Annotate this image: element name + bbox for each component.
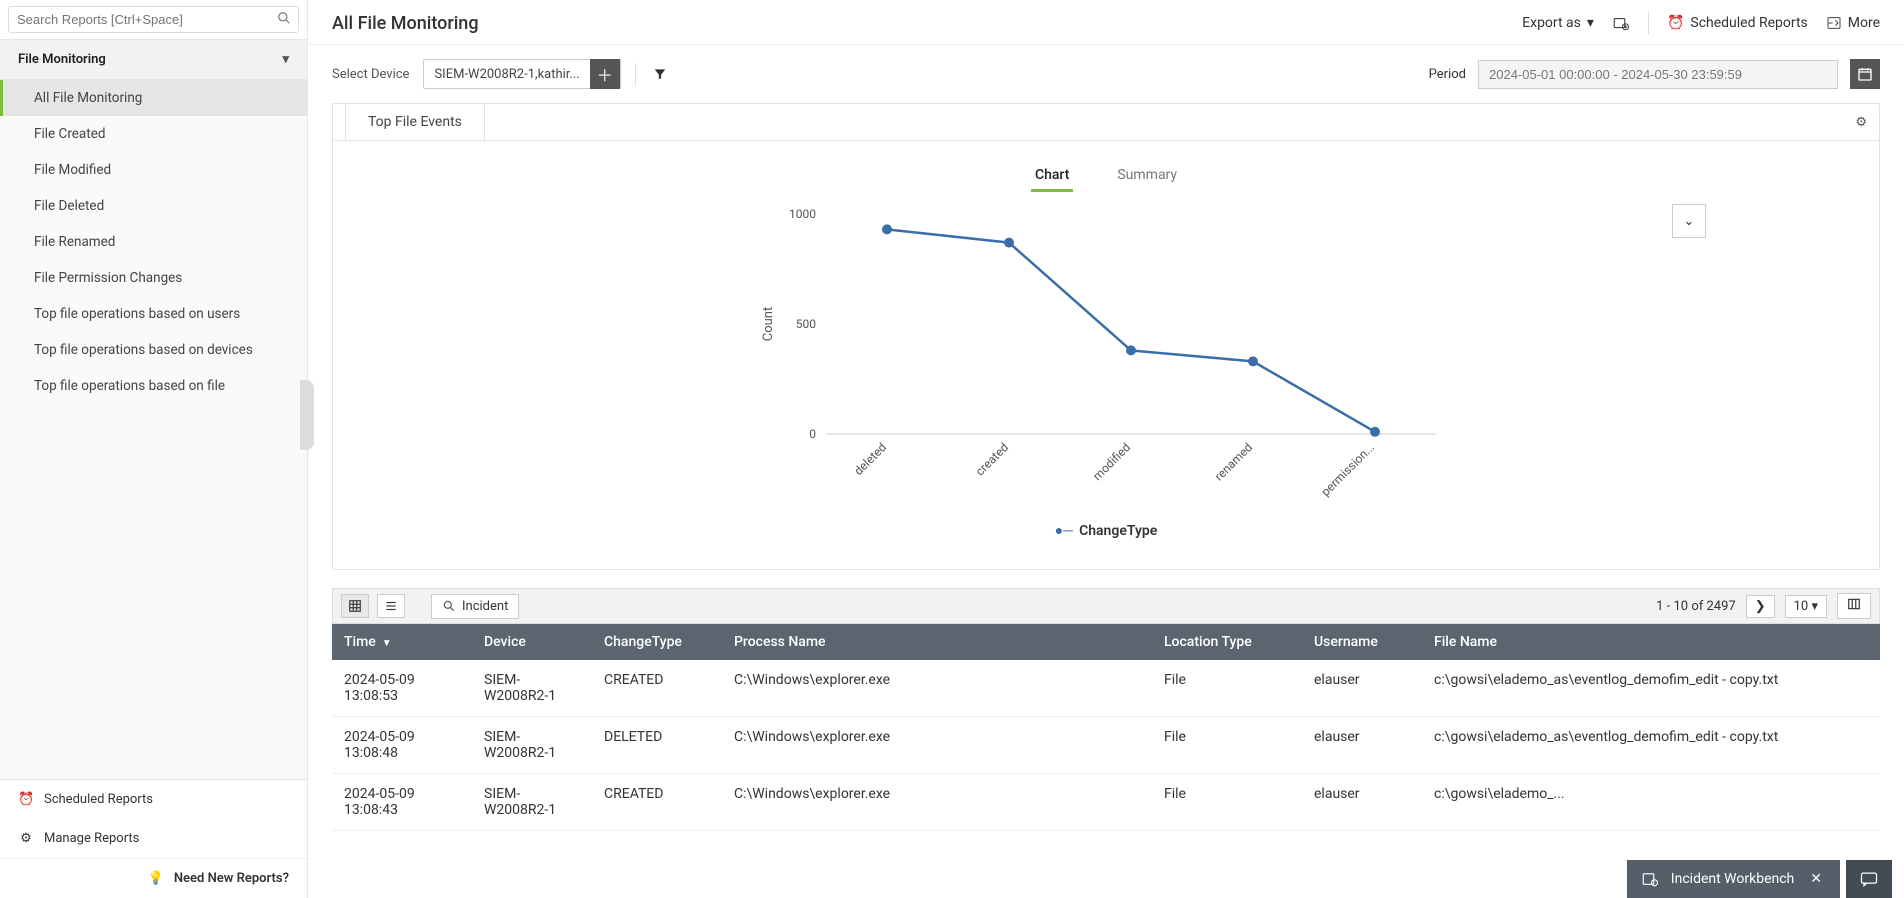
svg-text:0: 0 bbox=[809, 427, 816, 441]
sidebar-collapse-handle[interactable] bbox=[300, 380, 314, 450]
chart-legend: ●─ChangeType bbox=[413, 522, 1799, 539]
search-input[interactable] bbox=[8, 6, 299, 33]
column-settings-button[interactable] bbox=[1837, 593, 1871, 619]
next-page-button[interactable]: ❯ bbox=[1746, 595, 1775, 618]
page-title: All File Monitoring bbox=[332, 13, 479, 34]
line-chart: Count 0 500 1000 deleted created modified renam… bbox=[756, 204, 1456, 504]
table-header-row: Time▼ Device ChangeType Process Name Loc… bbox=[332, 624, 1880, 660]
mode-tab-chart[interactable]: Chart bbox=[1031, 161, 1073, 192]
svg-text:500: 500 bbox=[796, 317, 816, 331]
sort-desc-icon: ▼ bbox=[382, 638, 392, 649]
device-value[interactable]: SIEM-W2008R2-1,kathir... bbox=[424, 67, 589, 82]
view-grid-button[interactable] bbox=[341, 594, 369, 618]
close-icon[interactable]: ✕ bbox=[1806, 871, 1826, 887]
table-row[interactable]: 2024-05-09 13:08:43SIEM-W2008R2-1CREATED… bbox=[332, 774, 1880, 831]
sidebar-item-file-created[interactable]: File Created bbox=[0, 116, 307, 152]
table-row[interactable]: 2024-05-09 13:08:48SIEM-W2008R2-1DELETED… bbox=[332, 717, 1880, 774]
svg-text:deleted: deleted bbox=[851, 440, 889, 478]
add-device-button[interactable]: ＋ bbox=[590, 59, 620, 89]
sidebar-item-all-file-monitoring[interactable]: All File Monitoring bbox=[0, 80, 307, 116]
pagination-range: 1 - 10 of 2497 bbox=[1656, 599, 1736, 614]
more-button[interactable]: More bbox=[1826, 15, 1880, 31]
need-reports-link[interactable]: 💡 Need New Reports? bbox=[0, 858, 307, 898]
separator bbox=[1648, 12, 1649, 34]
col-process[interactable]: Process Name bbox=[722, 624, 1152, 660]
sidebar-item-file-modified[interactable]: File Modified bbox=[0, 152, 307, 188]
scheduled-reports-link[interactable]: ⏰ Scheduled Reports bbox=[0, 780, 307, 819]
incident-button[interactable]: Incident bbox=[431, 594, 519, 619]
incident-workbench-bar[interactable]: Incident Workbench ✕ bbox=[1627, 860, 1840, 898]
sidebar-section-label: File Monitoring bbox=[18, 52, 106, 67]
chart-settings-button[interactable]: ⚙ bbox=[1843, 107, 1879, 138]
tab-top-file-events[interactable]: Top File Events bbox=[345, 103, 485, 140]
svg-text:renamed: renamed bbox=[1212, 440, 1255, 483]
table-row[interactable]: 2024-05-09 13:08:53SIEM-W2008R2-1CREATED… bbox=[332, 660, 1880, 717]
alarm-icon: ⏰ bbox=[1667, 15, 1684, 31]
col-changetype[interactable]: ChangeType bbox=[592, 624, 722, 660]
sidebar-item-top-file[interactable]: Top file operations based on file bbox=[0, 368, 307, 404]
scheduled-reports-button[interactable]: ⏰ Scheduled Reports bbox=[1667, 15, 1808, 31]
sidebar-item-file-renamed[interactable]: File Renamed bbox=[0, 224, 307, 260]
workbench-chat-button[interactable] bbox=[1846, 860, 1892, 898]
caret-down-icon: ▾ bbox=[1587, 15, 1594, 31]
caret-down-icon: ▾ bbox=[282, 52, 289, 67]
period-input[interactable] bbox=[1478, 60, 1838, 89]
svg-text:modified: modified bbox=[1090, 440, 1133, 483]
view-list-button[interactable] bbox=[377, 594, 405, 618]
col-filename[interactable]: File Name bbox=[1422, 624, 1880, 660]
export-as-button[interactable]: Export as ▾ bbox=[1522, 15, 1594, 31]
col-time[interactable]: Time▼ bbox=[332, 624, 472, 660]
sidebar-item-file-permission[interactable]: File Permission Changes bbox=[0, 260, 307, 296]
gear-icon: ⚙ bbox=[18, 831, 34, 846]
calendar-button[interactable] bbox=[1850, 59, 1880, 89]
filter-button[interactable] bbox=[650, 64, 670, 84]
export-mail-button[interactable] bbox=[1612, 14, 1630, 32]
sidebar-item-file-deleted[interactable]: File Deleted bbox=[0, 188, 307, 224]
sidebar-item-top-devices[interactable]: Top file operations based on devices bbox=[0, 332, 307, 368]
sidebar-section-header[interactable]: File Monitoring ▾ bbox=[0, 40, 307, 80]
workbench-icon bbox=[1641, 870, 1659, 888]
col-location[interactable]: Location Type bbox=[1152, 624, 1302, 660]
page-size-selector[interactable]: 10 ▾ bbox=[1785, 595, 1827, 618]
manage-reports-link[interactable]: ⚙ Manage Reports bbox=[0, 819, 307, 858]
sidebar-item-top-users[interactable]: Top file operations based on users bbox=[0, 296, 307, 332]
svg-text:permission...: permission... bbox=[1319, 440, 1378, 499]
separator bbox=[635, 63, 636, 85]
period-label: Period bbox=[1429, 67, 1466, 82]
svg-text:Count: Count bbox=[761, 307, 776, 341]
search-icon[interactable] bbox=[277, 11, 291, 29]
svg-text:created: created bbox=[973, 440, 1011, 478]
col-device[interactable]: Device bbox=[472, 624, 592, 660]
bulb-icon: 💡 bbox=[148, 871, 164, 886]
col-username[interactable]: Username bbox=[1302, 624, 1422, 660]
select-device-label: Select Device bbox=[332, 67, 409, 82]
alarm-icon: ⏰ bbox=[18, 792, 34, 807]
mode-tab-summary[interactable]: Summary bbox=[1113, 161, 1181, 192]
chart-expand-button[interactable]: ⌄ bbox=[1672, 204, 1706, 238]
svg-text:1000: 1000 bbox=[789, 207, 816, 221]
